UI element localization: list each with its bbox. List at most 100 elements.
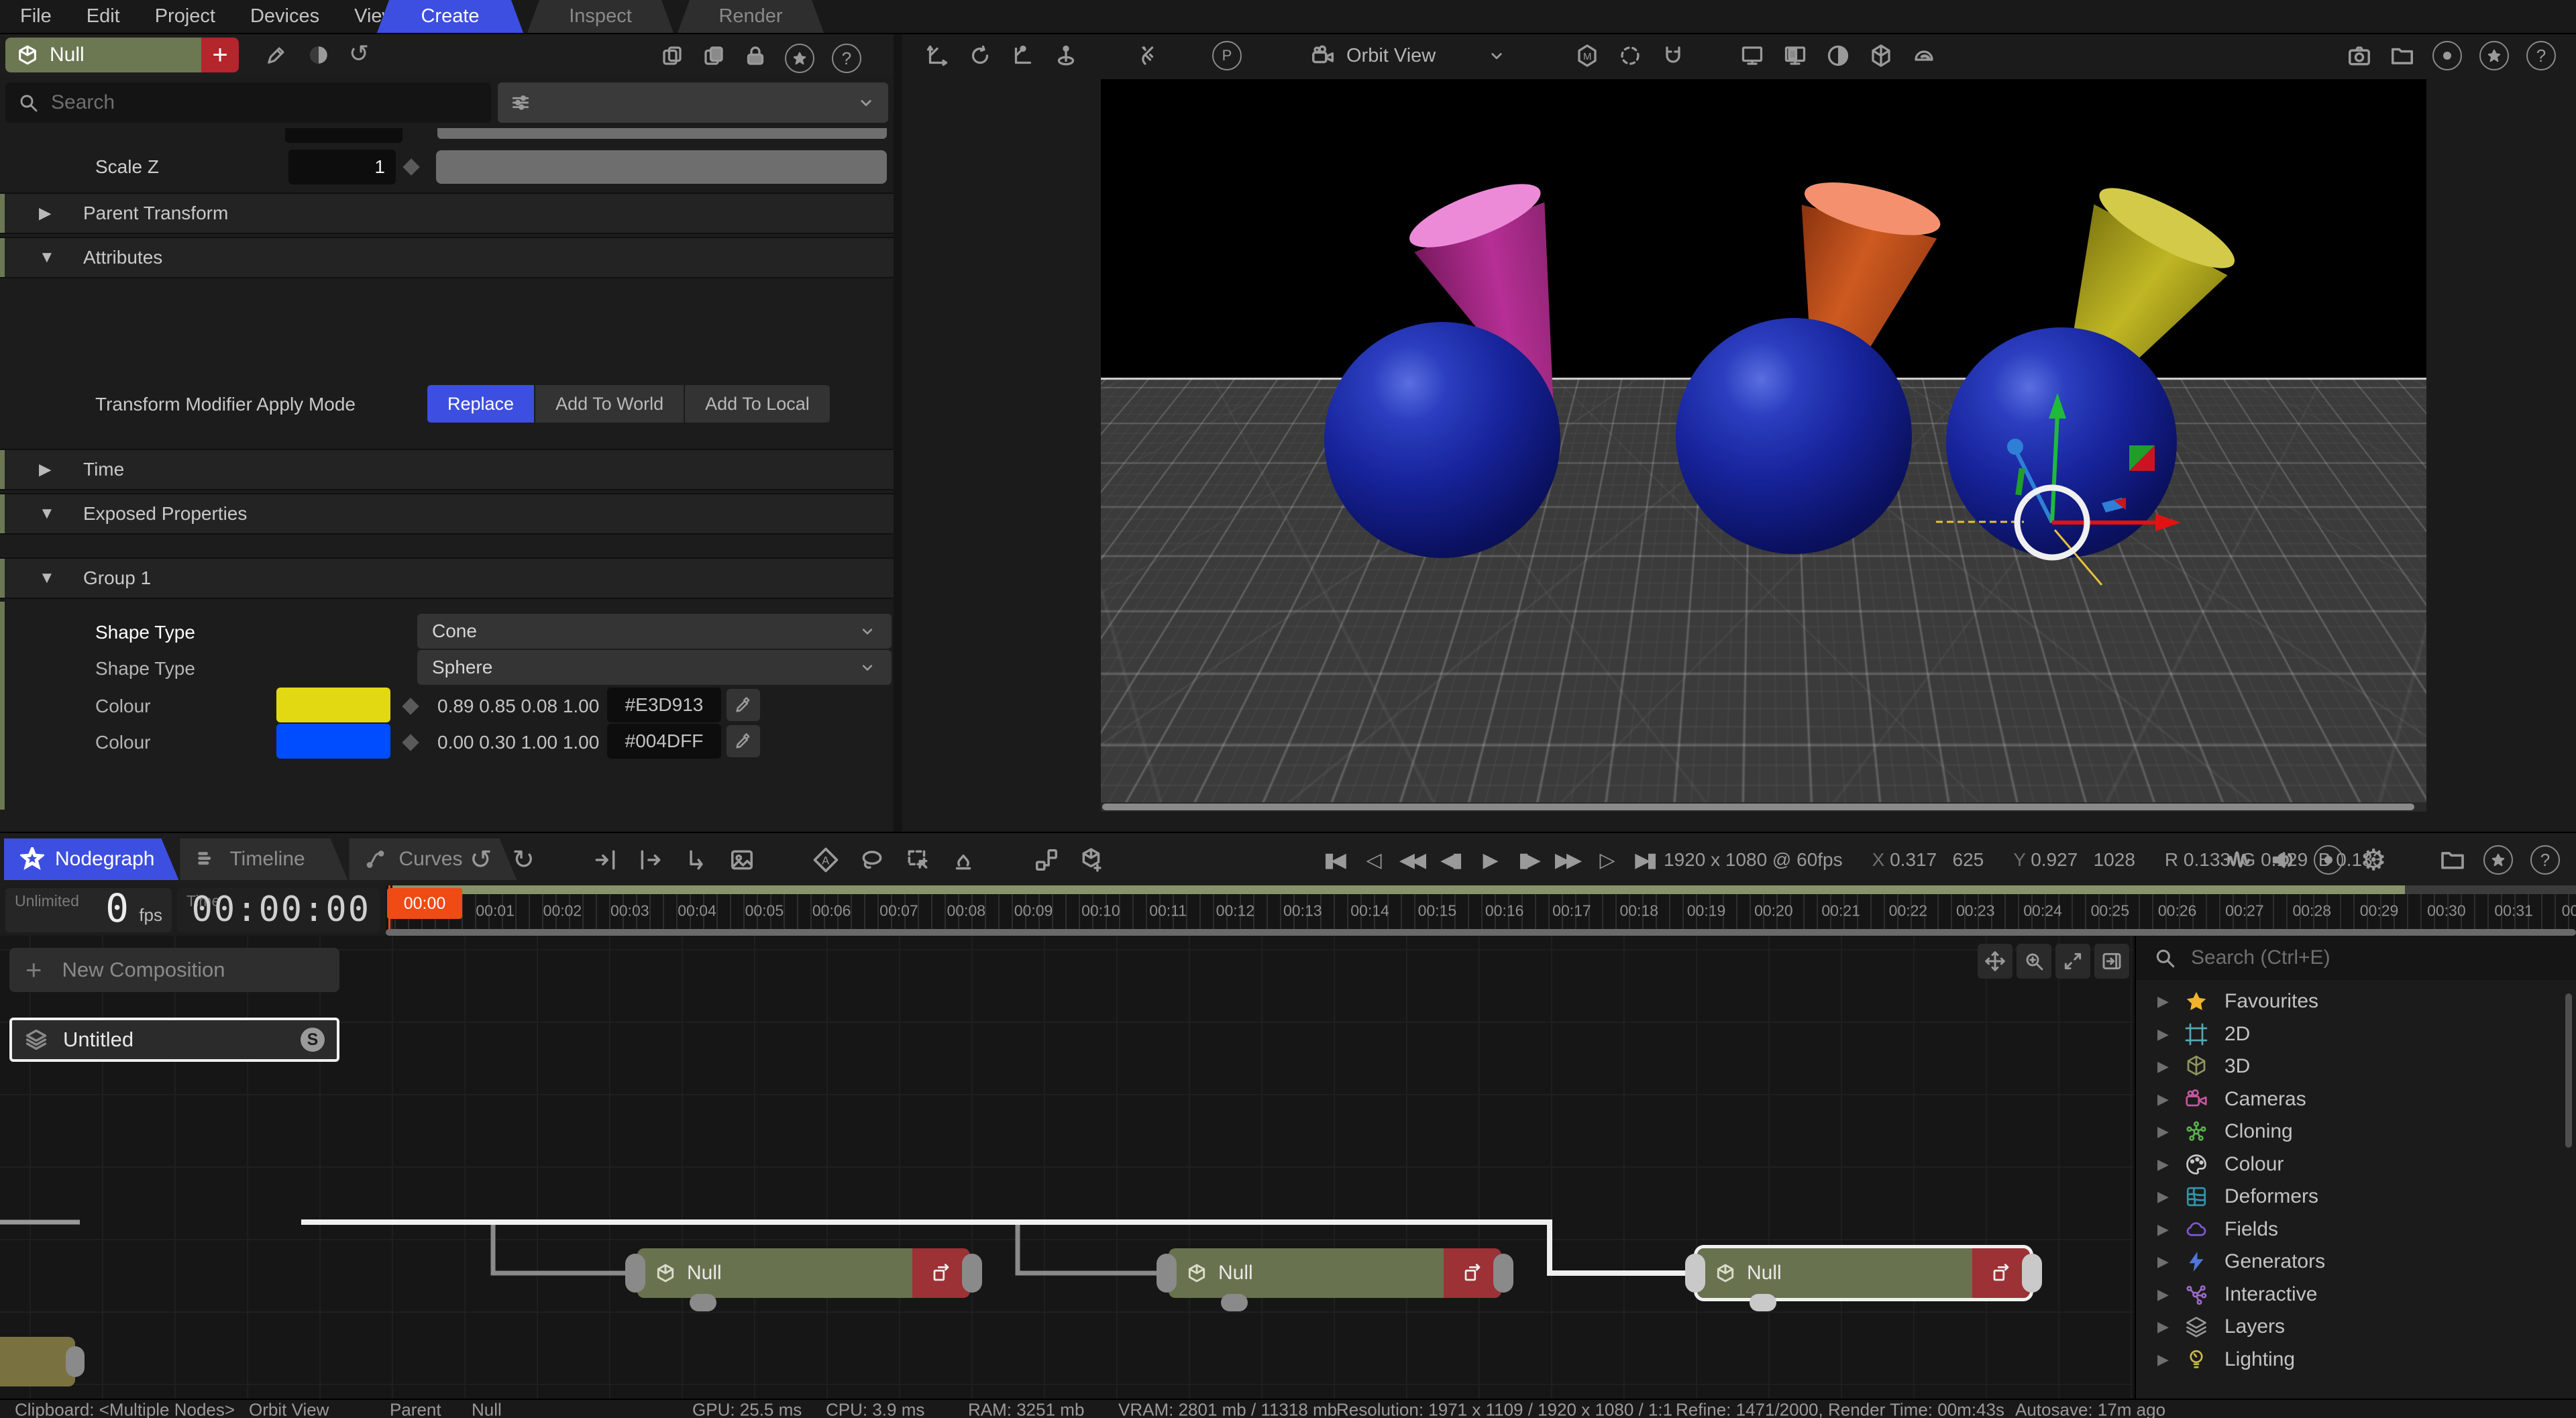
waveform-icon[interactable] [2225, 847, 2252, 873]
library-category-cameras[interactable]: ▶Cameras [2136, 1083, 2576, 1115]
scene-sphere-middle[interactable] [1676, 318, 1912, 554]
add-attribute-button[interactable]: + [201, 38, 239, 72]
expand-caret-icon[interactable]: ▶ [2157, 1026, 2171, 1043]
fill-toggle-icon[interactable] [307, 44, 330, 66]
folder-icon[interactable] [2390, 43, 2415, 68]
tab-create[interactable]: Create [377, 0, 523, 33]
tab-inspect[interactable]: Inspect [527, 0, 674, 33]
attribute-filter-dropdown[interactable] [498, 83, 888, 123]
section-group-1[interactable]: ▼ Group 1 [0, 557, 894, 599]
null-node[interactable]: Null [1169, 1248, 1501, 1298]
new-composition-button[interactable]: + New Composition [9, 948, 339, 992]
expand-caret-icon[interactable]: ▶ [2157, 1123, 2171, 1140]
autokey-icon[interactable]: A [812, 847, 839, 873]
menu-item-file[interactable]: File [20, 5, 52, 28]
node-output-port[interactable] [962, 1254, 982, 1293]
rewind-button[interactable]: ◀◀ [1396, 849, 1426, 872]
expand-caret-icon[interactable]: ▶ [2157, 1188, 2171, 1205]
lock-icon[interactable] [743, 44, 767, 68]
library-search-input[interactable]: Search (Ctrl+E) [2136, 936, 2576, 980]
play-reverse-button[interactable]: ◁ [1357, 849, 1387, 872]
folder-icon[interactable] [2439, 847, 2466, 873]
attribute-search-input[interactable]: Search [5, 83, 491, 123]
transform-gizmo[interactable] [1892, 361, 2208, 643]
settings-gear-icon[interactable]: ⚙ [2361, 843, 2387, 877]
node-input-port[interactable] [625, 1254, 645, 1293]
library-category-generators[interactable]: ▶Generators [2136, 1246, 2576, 1278]
tab-nodegraph[interactable]: Nodegraph [4, 838, 178, 880]
lasso-icon[interactable] [859, 847, 885, 873]
node-bottom-port[interactable] [1750, 1294, 1776, 1311]
record-icon[interactable] [2314, 845, 2343, 875]
colour-hex-field[interactable]: #004DFF [607, 724, 721, 759]
multi-transform-icon[interactable] [1133, 44, 1157, 68]
reorder-icon[interactable] [684, 847, 709, 873]
apply-mode-replace[interactable]: Replace [427, 384, 535, 423]
display-mode-icon[interactable] [1740, 44, 1764, 68]
colour-hex-field[interactable]: #E3D913 [607, 688, 721, 722]
section-attributes[interactable]: ▼ Attributes [0, 237, 894, 278]
play-outline-button[interactable]: ▷ [1591, 849, 1620, 872]
scale-z-slider[interactable] [436, 150, 887, 184]
apply-mode-add-to-world[interactable]: Add To World [535, 384, 684, 423]
expand-caret-icon[interactable]: ▶ [2157, 1351, 2171, 1368]
step-forward-button[interactable]: ▮▶ [1513, 849, 1542, 872]
import-in-icon[interactable] [592, 847, 618, 873]
link-nodes-icon[interactable] [1034, 847, 1059, 873]
library-category-fields[interactable]: ▶Fields [2136, 1213, 2576, 1246]
pivot-tool-icon[interactable] [1054, 44, 1078, 68]
scale-tool-icon[interactable] [1011, 44, 1035, 68]
selected-layer-chip[interactable]: Null [5, 38, 201, 72]
library-category-colour[interactable]: ▶Colour [2136, 1148, 2576, 1181]
shape-type-select[interactable]: Cone [417, 614, 892, 649]
material-icon[interactable]: M [1575, 44, 1599, 68]
dome-light-icon[interactable] [1912, 44, 1936, 68]
null-node-selected[interactable]: Null [1697, 1248, 2030, 1298]
jump-start-button[interactable]: ▮◀ [1318, 849, 1348, 872]
pin-icon[interactable] [2483, 845, 2513, 875]
fit-view-button[interactable] [2055, 944, 2090, 979]
library-category-2d[interactable]: ▶2D [2136, 1018, 2576, 1050]
node-bottom-port[interactable] [1221, 1294, 1248, 1311]
view-mode-dropdown[interactable]: Orbit View [1310, 43, 1507, 68]
snapshot-camera-icon[interactable] [2347, 43, 2372, 68]
composition-item[interactable]: Untitled S [9, 1018, 339, 1062]
expand-caret-icon[interactable]: ▶ [2157, 1286, 2171, 1303]
tab-render[interactable]: Render [678, 0, 824, 33]
library-category-interactive[interactable]: ▶Interactive [2136, 1278, 2576, 1311]
add-cube-icon[interactable] [1079, 847, 1105, 873]
eyedropper-button[interactable] [727, 689, 760, 721]
keyframe-diamond-icon[interactable] [402, 158, 419, 175]
help-icon[interactable]: ? [832, 44, 861, 73]
expand-caret-icon[interactable]: ▶ [2157, 1091, 2171, 1108]
help-icon[interactable]: ? [2530, 845, 2560, 875]
pivot-center-icon[interactable]: P [1212, 41, 1242, 70]
timeline-ruler[interactable]: 00:00 00:0100:0200:0300:0400:0500:0600:0… [386, 885, 2576, 936]
colour-swatch[interactable] [276, 688, 390, 722]
section-parent-transform[interactable]: ▶ Parent Transform [0, 193, 894, 234]
node-body[interactable]: Null [1697, 1248, 1972, 1298]
node-output-port[interactable] [1493, 1254, 1513, 1293]
node-body[interactable]: Null [1169, 1248, 1444, 1298]
speaker-icon[interactable] [2269, 847, 2296, 873]
scene-sphere-left[interactable] [1324, 322, 1560, 558]
library-category-lighting[interactable]: ▶Lighting [2136, 1344, 2576, 1376]
expand-caret-icon[interactable]: ▶ [2157, 1318, 2171, 1335]
node-body[interactable]: Null [637, 1248, 912, 1298]
fast-forward-button[interactable]: ▶▶ [1552, 849, 1581, 872]
render-canvas[interactable] [1101, 79, 2426, 812]
keyframe-diamond-icon[interactable] [402, 734, 419, 751]
library-category-cloning[interactable]: ▶Cloning [2136, 1115, 2576, 1148]
display-mode-2-icon[interactable] [1783, 44, 1807, 68]
playhead-frame-badge[interactable]: 00:00 [387, 888, 462, 919]
shape-type-select[interactable]: Sphere [417, 650, 892, 685]
export-out-icon[interactable] [638, 847, 663, 873]
collapse-panel-button[interactable] [2094, 944, 2129, 979]
menu-item-devices[interactable]: Devices [250, 5, 319, 28]
tab-timeline[interactable]: Timeline [180, 838, 347, 880]
edit-icon[interactable] [265, 44, 288, 66]
record-icon[interactable] [2432, 41, 2462, 70]
colour-swatch[interactable] [276, 724, 390, 759]
section-time[interactable]: ▶ Time [0, 449, 894, 490]
redo-icon[interactable]: ↻ [513, 844, 535, 875]
